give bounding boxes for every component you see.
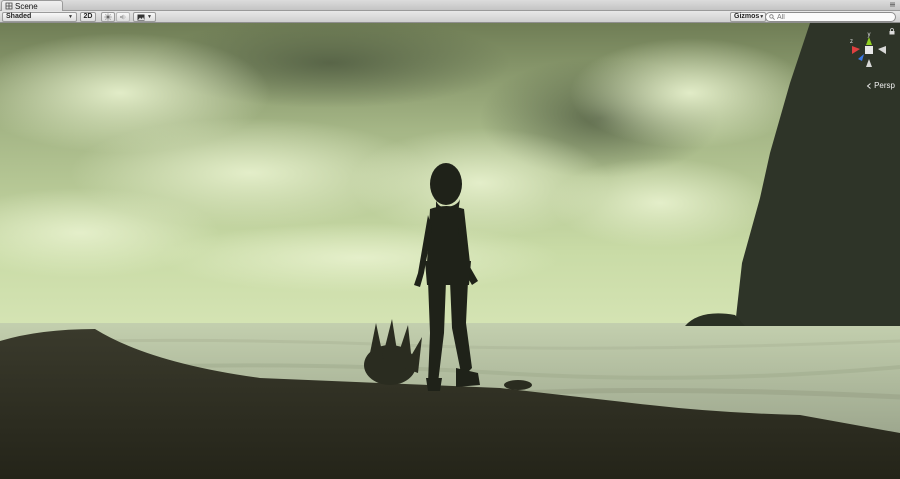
2d-mode-label: 2D bbox=[83, 13, 93, 20]
negative-x-cone bbox=[878, 46, 886, 54]
scene-lighting-toggle[interactable] bbox=[101, 12, 115, 22]
chevron-down-icon: ▼ bbox=[759, 14, 765, 20]
gizmos-dropdown[interactable]: Gizmos ▼ bbox=[730, 12, 766, 22]
scene-tab[interactable]: Scene bbox=[1, 0, 63, 11]
z-axis-label: z bbox=[850, 39, 853, 45]
scene-effects-dropdown[interactable]: ▼ bbox=[133, 12, 156, 22]
y-axis-label: y bbox=[868, 32, 871, 38]
scene-icon bbox=[5, 2, 13, 10]
chevron-down-icon: ▼ bbox=[68, 14, 73, 20]
speaker-icon bbox=[120, 14, 126, 20]
z-axis-cone bbox=[858, 54, 864, 61]
scene-tab-label: Scene bbox=[15, 1, 38, 11]
render-mode-dropdown[interactable]: Shaded ▼ bbox=[2, 12, 77, 22]
window-tab-bar: Scene bbox=[0, 0, 900, 11]
y-axis-cone bbox=[866, 37, 872, 45]
orientation-gizmo[interactable]: y z bbox=[848, 29, 890, 75]
render-mode-label: Shaded bbox=[6, 13, 32, 20]
scene-toolbar: Shaded ▼ 2D ▼ Gizmos ▼ bbox=[0, 11, 900, 23]
scene-viewport[interactable]: y z Persp bbox=[0, 23, 900, 479]
sun-icon bbox=[104, 13, 112, 21]
gizmos-label: Gizmos bbox=[734, 13, 760, 20]
projection-label: Persp bbox=[874, 81, 895, 90]
scene-audio-toggle[interactable] bbox=[116, 12, 130, 22]
2d-mode-toggle[interactable]: 2D bbox=[80, 12, 96, 22]
negative-y-cone bbox=[866, 59, 872, 67]
window-controls bbox=[889, 1, 896, 8]
chevron-down-icon: ▼ bbox=[147, 14, 152, 20]
scene-render bbox=[0, 23, 900, 479]
scene-search[interactable] bbox=[765, 12, 896, 22]
projection-toggle[interactable]: Persp bbox=[866, 81, 895, 90]
x-axis-cone bbox=[852, 46, 860, 54]
search-icon bbox=[769, 14, 775, 20]
search-input[interactable] bbox=[777, 13, 877, 21]
image-icon bbox=[137, 14, 145, 20]
window-menu-icon[interactable] bbox=[889, 1, 896, 8]
chevron-left-icon bbox=[866, 82, 871, 89]
